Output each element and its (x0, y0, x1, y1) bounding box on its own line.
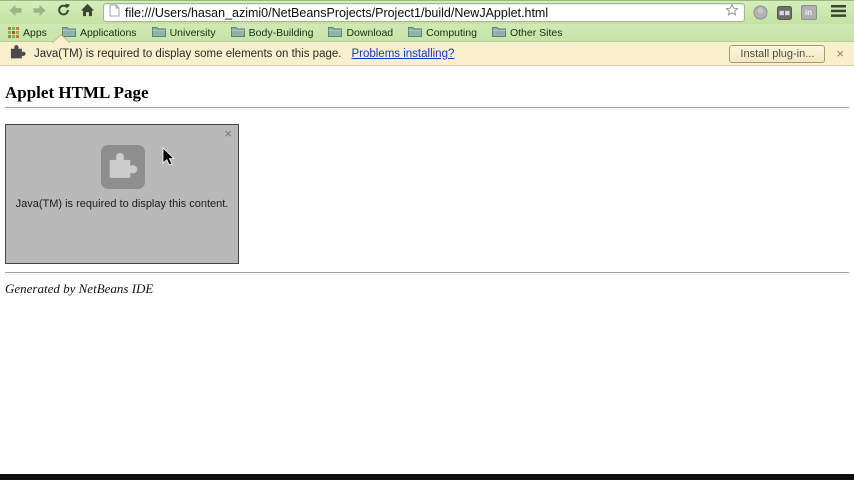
bookmark-apps[interactable]: Apps (8, 27, 47, 39)
page-title: Applet HTML Page (5, 83, 149, 102)
plugin-tile[interactable] (101, 145, 145, 189)
bookmark-label: University (169, 26, 216, 39)
extension-in-badge: in (800, 5, 817, 20)
content-divider-top (5, 107, 849, 110)
applet-close-icon[interactable]: × (224, 127, 232, 140)
back-arrow-icon (8, 4, 23, 22)
browser-toolbar: file:///Users/hasan_azimi0/NetBeansProje… (0, 0, 854, 24)
java-infobar: Java(TM) is required to display some ele… (0, 34, 854, 66)
infobar-notch (52, 34, 70, 43)
generator-note: Generated by NetBeans IDE (5, 281, 154, 296)
infobar-message: Java(TM) is required to display some ele… (34, 47, 342, 60)
forward-arrow-icon (32, 4, 47, 22)
applet-message: Java(TM) is required to display this con… (15, 198, 229, 210)
home-button[interactable] (79, 3, 96, 22)
infobar-actions: Install plug-in... × (729, 44, 844, 63)
home-icon (80, 3, 95, 22)
content-divider-bottom (5, 272, 849, 275)
menu-icon (831, 4, 846, 22)
bookmark-folder-applications[interactable]: Applications (61, 26, 137, 40)
puzzle-icon (10, 44, 26, 64)
bookmark-folder-university[interactable]: University (151, 26, 216, 40)
applet-placeholder: × Java(TM) is required to display this c… (5, 124, 239, 264)
folder-icon (328, 26, 343, 40)
back-button[interactable] (7, 4, 24, 22)
bookmark-folder-body-building[interactable]: Body-Building (230, 26, 314, 40)
bookmark-label: Download (346, 26, 394, 39)
screen-bottom-edge (0, 474, 854, 480)
bookmark-label: Applications (79, 26, 137, 39)
folder-icon (491, 26, 506, 40)
address-bar[interactable]: file:///Users/hasan_azimi0/NetBeansProje… (103, 3, 745, 22)
forward-button[interactable] (31, 4, 48, 22)
browser-window: file:///Users/hasan_azimi0/NetBeansProje… (0, 0, 854, 480)
folder-icon (151, 26, 166, 40)
extension-circle-icon[interactable] (752, 4, 769, 21)
page-content: Applet HTML Page × Java(TM) is required … (0, 66, 854, 474)
problems-installing-link[interactable]: Problems installing? (351, 48, 454, 60)
folder-icon (230, 26, 245, 40)
menu-button[interactable] (830, 4, 847, 21)
page-icon (109, 4, 120, 22)
bookmarks-bar: Apps Applications University Body-Buildi… (0, 24, 854, 41)
bookmark-folder-download[interactable]: Download (328, 26, 393, 40)
bookmark-label: Body-Building (248, 26, 314, 39)
infobar-close-icon[interactable]: × (836, 47, 844, 60)
reload-button[interactable] (55, 3, 72, 22)
extension-in-icon[interactable]: in (800, 4, 817, 21)
bookmark-label: Apps (23, 26, 47, 39)
bookmark-label: Other Sites (509, 26, 563, 39)
install-plugin-button[interactable]: Install plug-in... (729, 44, 826, 63)
bookmark-folder-other-sites[interactable]: Other Sites (491, 26, 563, 40)
reload-icon (56, 3, 71, 22)
bookmark-star-icon[interactable] (725, 3, 739, 22)
puzzle-icon (108, 151, 138, 184)
bookmark-folder-computing[interactable]: Computing (408, 26, 477, 40)
extension-boxes-icon[interactable] (776, 4, 793, 21)
apps-grid-icon (8, 27, 19, 38)
folder-icon (408, 26, 423, 40)
bookmark-label: Computing (426, 26, 477, 39)
url-text: file:///Users/hasan_azimi0/NetBeansProje… (125, 5, 549, 20)
